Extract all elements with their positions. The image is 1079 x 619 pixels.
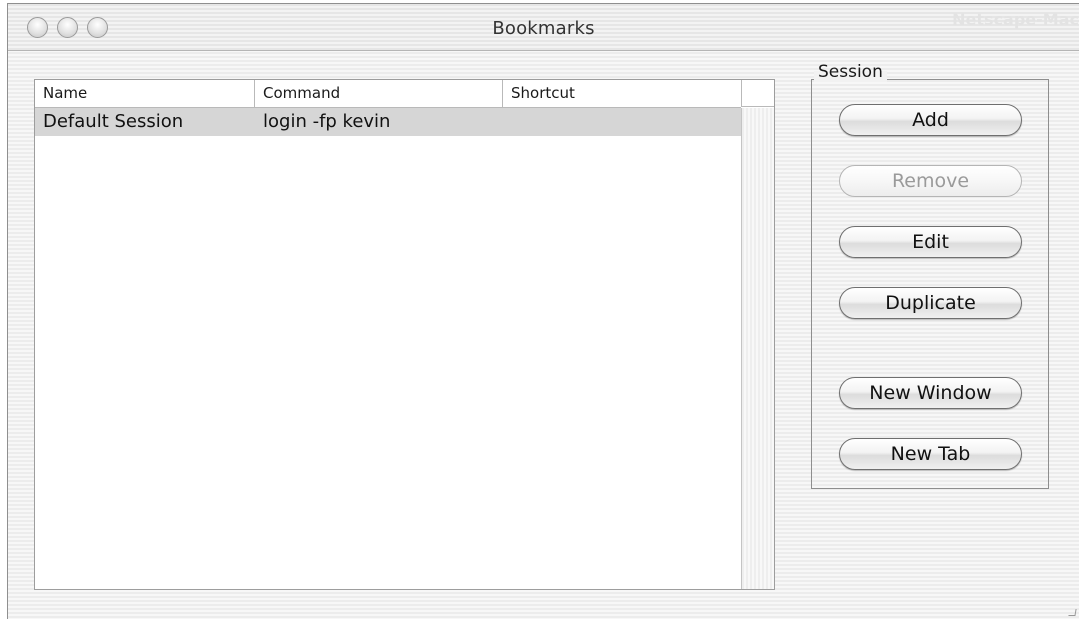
vertical-scrollbar[interactable] [741, 108, 774, 589]
title-bar[interactable]: Bookmarks Netscape-Mac [8, 4, 1079, 51]
edit-button[interactable]: Edit [839, 226, 1022, 258]
window-title: Bookmarks [492, 18, 595, 39]
cell-shortcut [503, 108, 741, 136]
bookmarks-table: Name Command Shortcut Default Session lo… [34, 79, 775, 590]
remove-button[interactable]: Remove [839, 165, 1022, 197]
column-header-name[interactable]: Name [35, 80, 255, 107]
table-row[interactable]: Default Session login -fp kevin [35, 108, 741, 136]
duplicate-button[interactable]: Duplicate [839, 287, 1022, 319]
add-button[interactable]: Add [839, 104, 1022, 136]
new-window-button[interactable]: New Window [839, 377, 1022, 409]
table-body[interactable]: Default Session login -fp kevin [35, 108, 741, 589]
session-group-box [811, 79, 1049, 489]
new-tab-button[interactable]: New Tab [839, 438, 1022, 470]
cell-command: login -fp kevin [263, 111, 391, 132]
table-header-corner [741, 80, 774, 107]
app-name: Netscape-Mac [952, 10, 1079, 29]
table-header: Name Command Shortcut [35, 80, 741, 108]
cell-name: Default Session [43, 111, 184, 132]
column-header-command[interactable]: Command [255, 80, 503, 107]
resize-grip-icon[interactable] [1068, 609, 1077, 616]
session-group-label: Session [814, 62, 887, 82]
column-header-shortcut[interactable]: Shortcut [503, 80, 741, 107]
